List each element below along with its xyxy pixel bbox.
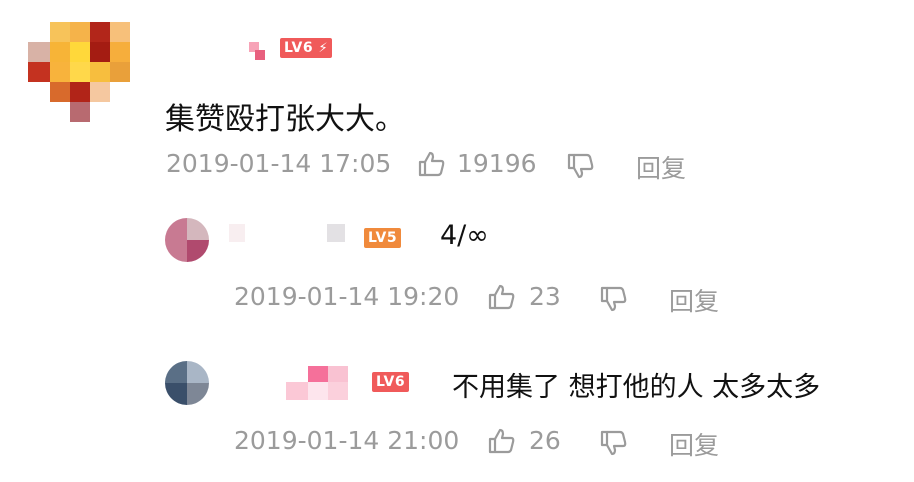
- thumbs-down-icon[interactable]: [600, 285, 628, 313]
- level-badge: LV5: [364, 228, 402, 248]
- timestamp: 2019-01-14 21:00: [234, 426, 460, 455]
- avatar[interactable]: [165, 361, 209, 405]
- level-badge-text: LV5: [368, 230, 398, 246]
- reply-button[interactable]: 回复: [636, 149, 686, 185]
- thumbs-up-icon[interactable]: [488, 283, 516, 311]
- reply-button[interactable]: 回复: [669, 426, 719, 462]
- thumbs-up-icon[interactable]: [418, 150, 446, 178]
- like-count: 23: [529, 282, 561, 311]
- reply-text: 4/∞: [440, 220, 489, 251]
- comment-text: 集赞殴打张大大。: [165, 102, 405, 137]
- timestamp: 2019-01-14 17:05: [166, 149, 392, 178]
- level-badge-text: LV6: [376, 374, 406, 390]
- like-count: 26: [529, 426, 561, 455]
- reply-button[interactable]: 回复: [669, 282, 719, 318]
- avatar[interactable]: [28, 22, 130, 122]
- thumbs-down-icon[interactable]: [567, 152, 595, 180]
- level-badge: LV6: [372, 372, 410, 392]
- thumbs-down-icon[interactable]: [600, 429, 628, 457]
- like-count: 19196: [457, 149, 537, 178]
- bolt-icon: ⚡: [318, 41, 329, 56]
- reply-text: 不用集了 想打他的人 太多太多: [452, 372, 821, 403]
- username-blurred[interactable]: [286, 366, 352, 402]
- username-blurred[interactable]: [225, 222, 350, 246]
- level-badge: LV6 ⚡: [280, 38, 333, 58]
- avatar[interactable]: [165, 218, 209, 262]
- timestamp: 2019-01-14 19:20: [234, 282, 460, 311]
- thumbs-up-icon[interactable]: [488, 427, 516, 455]
- level-badge-text: LV6: [284, 40, 314, 56]
- username-blurred[interactable]: [247, 40, 267, 62]
